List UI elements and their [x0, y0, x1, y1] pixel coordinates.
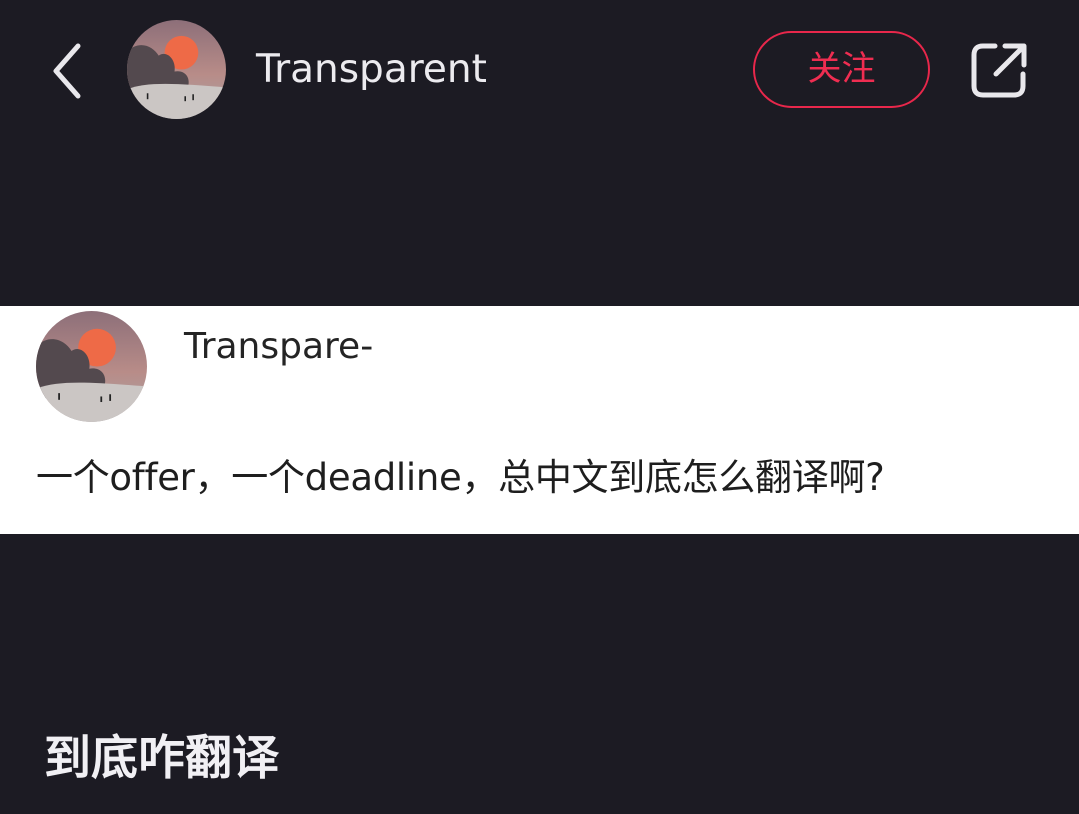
post-text: 一个offer，一个deadline，总中文到底怎么翻译啊?	[36, 456, 885, 499]
post-card: Transpare- 一个offer，一个deadline，总中文到底怎么翻译啊…	[0, 306, 1079, 534]
post-author-avatar[interactable]	[36, 311, 147, 422]
avatar[interactable]	[127, 20, 226, 119]
chevron-left-icon	[53, 43, 81, 99]
share-button[interactable]	[969, 40, 1031, 100]
back-button[interactable]	[44, 40, 90, 102]
post-author-name[interactable]: Transpare-	[184, 324, 373, 370]
caption-text: 到底咋翻译	[44, 731, 279, 786]
top-bar: Transparent 关注	[0, 0, 1079, 140]
header-username[interactable]: Transparent	[256, 44, 487, 96]
follow-button[interactable]: 关注	[753, 31, 930, 108]
share-external-icon	[971, 43, 1027, 98]
